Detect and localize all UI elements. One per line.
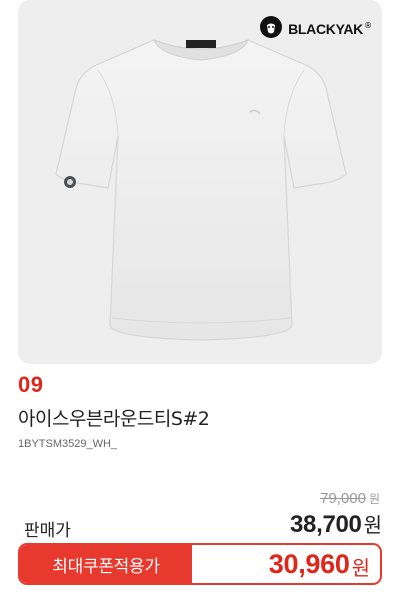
product-code: 1BYTSM3529_WH_ xyxy=(18,438,118,450)
product-rank: 09 xyxy=(18,372,44,397)
product-name[interactable]: 아이스우븐라운드티S#2 xyxy=(18,404,210,431)
sale-price-row: 판매가 38,700 원 xyxy=(18,509,382,541)
coupon-price: 30,960 원 xyxy=(192,545,380,583)
original-price: 79,000 원 xyxy=(320,490,380,507)
original-price-value: 79,000 xyxy=(320,490,366,507)
sale-price: 38,700 원 xyxy=(290,509,382,539)
registered-mark: ® xyxy=(364,20,372,30)
original-price-unit: 원 xyxy=(368,492,380,506)
tshirt-icon xyxy=(46,26,356,350)
sale-price-value: 38,700 xyxy=(289,511,362,538)
product-card[interactable]: BLACKYAK ® 09 아이스우븐라운드티S#2 1BYTSM3529_WH… xyxy=(0,0,400,600)
coupon-price-unit: 원 xyxy=(351,555,370,580)
sale-price-unit: 원 xyxy=(363,513,382,537)
product-image-card[interactable]: BLACKYAK ® xyxy=(18,0,382,364)
coupon-price-label: 최대쿠폰적용가 xyxy=(20,545,192,583)
sale-price-label: 판매가 xyxy=(24,521,71,541)
coupon-price-box: 최대쿠폰적용가 30,960 원 xyxy=(18,543,382,585)
coupon-price-value: 30,960 xyxy=(268,548,350,579)
